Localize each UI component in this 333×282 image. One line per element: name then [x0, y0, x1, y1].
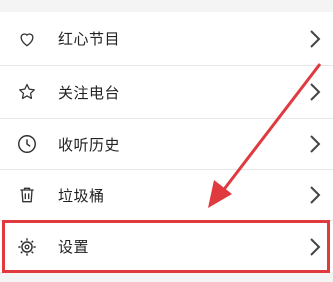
chevron-right-icon [305, 133, 325, 155]
clock-icon [16, 133, 38, 155]
trash-icon [16, 184, 38, 206]
menu-item-settings[interactable]: 设置 [0, 221, 333, 272]
menu-item-followed-stations[interactable]: 关注电台 [0, 66, 333, 118]
chevron-right-icon [305, 81, 325, 103]
heart-icon [16, 28, 38, 50]
menu-item-label: 关注电台 [58, 83, 121, 102]
chevron-right-icon [305, 236, 325, 258]
star-icon [16, 81, 38, 103]
chevron-right-icon [305, 184, 325, 206]
menu-item-trash[interactable]: 垃圾桶 [0, 170, 333, 220]
menu-item-label: 收听历史 [58, 135, 121, 154]
gear-icon [16, 236, 38, 258]
menu-item-favorites[interactable]: 红心节目 [0, 12, 333, 65]
menu-item-history[interactable]: 收听历史 [0, 119, 333, 169]
menu-item-label: 垃圾桶 [58, 186, 105, 205]
menu-item-label: 设置 [58, 238, 90, 256]
chevron-right-icon [305, 28, 325, 50]
settings-menu: 红心节目 关注电台 收听历史 垃圾桶 设置 [0, 0, 333, 282]
menu-item-label: 红心节目 [58, 30, 121, 48]
